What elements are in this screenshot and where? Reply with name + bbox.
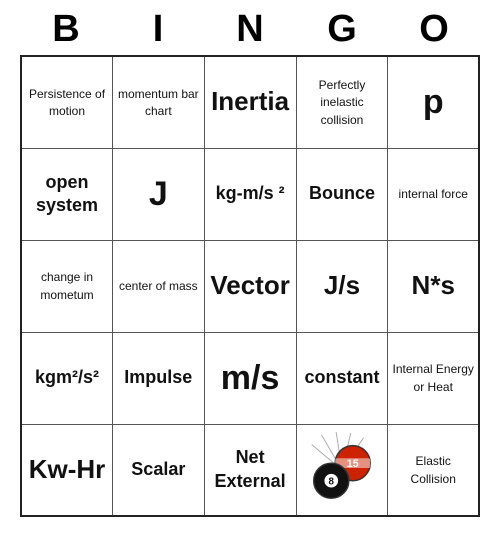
cell-r4-c1: Scalar [113, 424, 205, 516]
cell-text-r3-c0: kgm²/s² [35, 367, 99, 387]
cell-r2-c4: N*s [388, 240, 479, 332]
cell-r1-c1: J [113, 148, 205, 240]
cell-text-r4-c0: Kw-Hr [29, 454, 106, 484]
cell-text-r0-c3: Perfectly inelastic collision [319, 78, 366, 127]
cell-r0-c2: Inertia [204, 56, 296, 148]
cell-text-r3-c3: constant [304, 367, 379, 387]
cell-text-r3-c2: m/s [221, 359, 280, 397]
cell-r2-c1: center of mass [113, 240, 205, 332]
letter-g: G [302, 8, 382, 51]
cell-text-r0-c1: momentum bar chart [118, 87, 199, 119]
svg-text:8: 8 [329, 476, 335, 487]
cell-text-r4-c2: Net External [215, 447, 286, 490]
cell-text-r2-c2: Vector [210, 270, 290, 300]
cell-text-r1-c4: internal force [399, 187, 468, 201]
cell-text-r1-c2: kg-m/s ² [216, 183, 285, 203]
cell-text-r2-c3: J/s [324, 270, 360, 300]
cell-r1-c0: open system [21, 148, 113, 240]
bingo-title-row: B I N G O [20, 0, 480, 55]
letter-n: N [210, 8, 290, 51]
letter-b: B [26, 8, 106, 51]
cell-r1-c3: Bounce [296, 148, 388, 240]
letter-o: O [394, 8, 474, 51]
cell-r4-c4: Elastic Collision [388, 424, 479, 516]
cell-r0-c4: p [388, 56, 479, 148]
cell-text-r1-c3: Bounce [309, 183, 375, 203]
cell-text-r1-c1: J [149, 175, 168, 213]
cell-r3-c2: m/s [204, 332, 296, 424]
cell-text-r4-c4: Elastic Collision [411, 454, 456, 486]
cell-r1-c2: kg-m/s ² [204, 148, 296, 240]
billiard-image: 15 8 [302, 430, 382, 510]
cell-text-r0-c2: Inertia [211, 86, 289, 116]
cell-text-r3-c4: Internal Energy or Heat [393, 362, 474, 394]
svg-text:15: 15 [347, 458, 359, 470]
cell-r2-c2: Vector [204, 240, 296, 332]
cell-r0-c0: Persistence of motion [21, 56, 113, 148]
cell-r4-c2: Net External [204, 424, 296, 516]
cell-r0-c1: momentum bar chart [113, 56, 205, 148]
letter-i: I [118, 8, 198, 51]
cell-text-r4-c1: Scalar [131, 459, 185, 479]
cell-text-r2-c4: N*s [412, 270, 455, 300]
cell-r3-c4: Internal Energy or Heat [388, 332, 479, 424]
cell-r3-c0: kgm²/s² [21, 332, 113, 424]
cell-r0-c3: Perfectly inelastic collision [296, 56, 388, 148]
cell-text-r0-c0: Persistence of motion [29, 87, 105, 119]
cell-text-r2-c1: center of mass [119, 279, 198, 293]
bingo-grid: Persistence of motion momentum bar chart I… [20, 55, 480, 517]
cell-text-r0-c4: p [423, 83, 444, 121]
cell-text-r2-c0: change in mometum [40, 270, 93, 302]
cell-text-r1-c0: open system [36, 172, 98, 215]
cell-r4-c3: 15 8 [296, 424, 388, 516]
cell-r1-c4: internal force [388, 148, 479, 240]
cell-r4-c0: Kw-Hr [21, 424, 113, 516]
cell-r3-c1: Impulse [113, 332, 205, 424]
cell-text-r3-c1: Impulse [124, 367, 192, 387]
cell-r2-c3: J/s [296, 240, 388, 332]
cell-r2-c0: change in mometum [21, 240, 113, 332]
cell-r3-c3: constant [296, 332, 388, 424]
